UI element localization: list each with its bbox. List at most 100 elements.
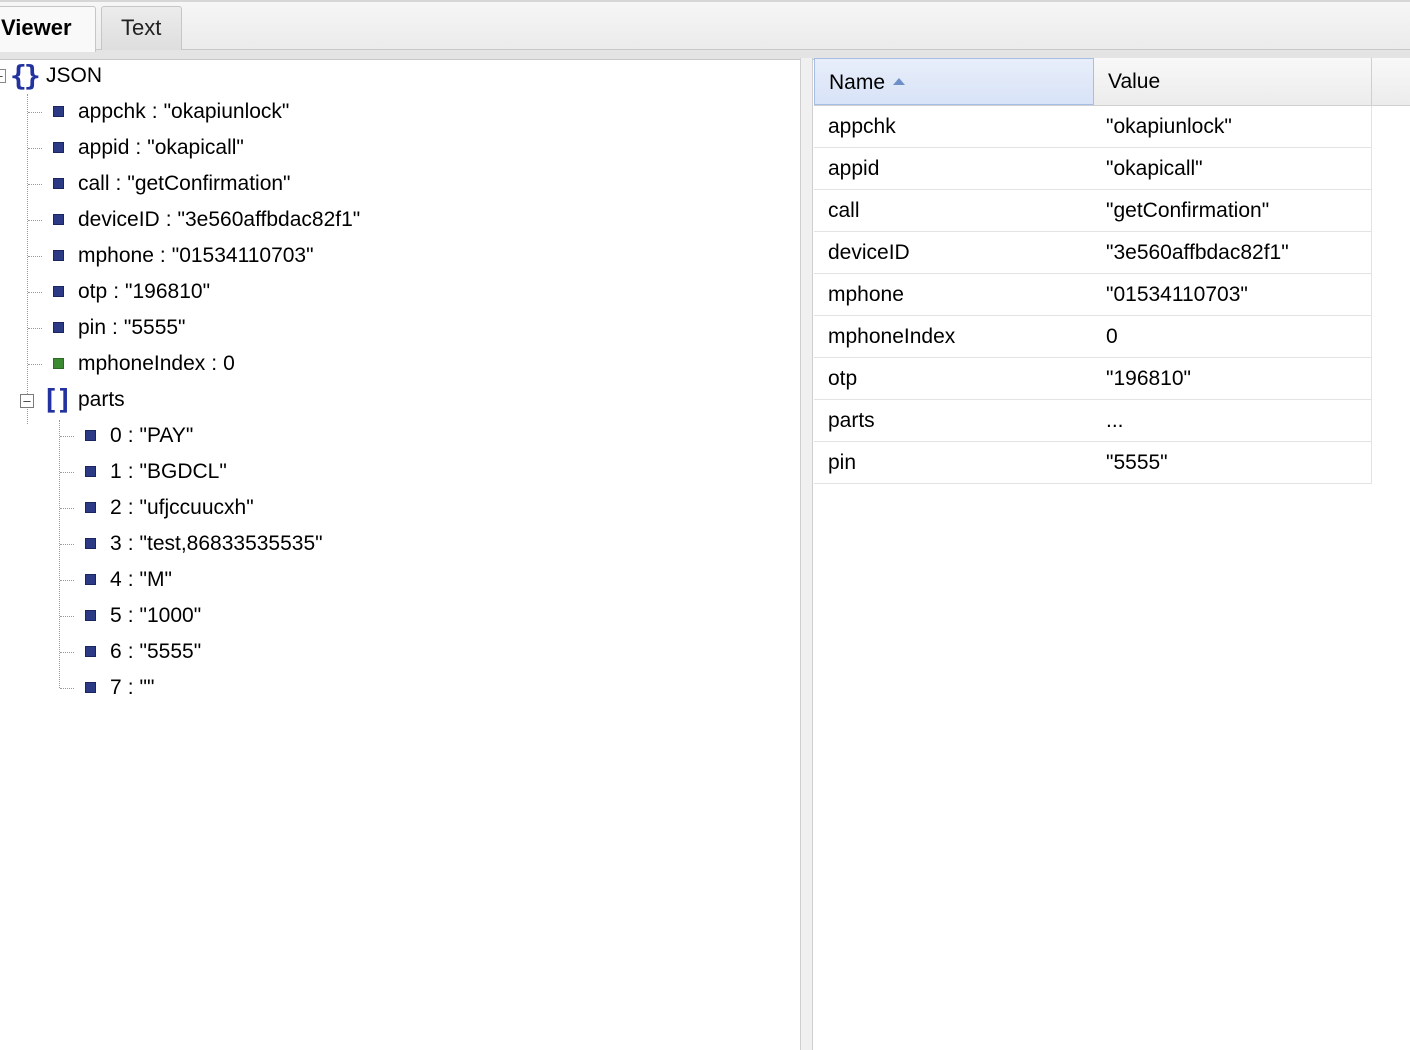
tree-item[interactable]: mphone: "01534110703" <box>78 239 314 273</box>
array-item-index: 3 <box>110 532 122 555</box>
tree-item[interactable]: appid: "okapicall" <box>78 131 244 165</box>
string-value-icon <box>85 538 96 549</box>
array-item-index: 2 <box>110 496 122 519</box>
array-item-index: 4 <box>110 568 122 591</box>
grid-row[interactable]: otp "196810" <box>814 358 1372 400</box>
grid-cell-value: "5555" <box>1106 451 1168 474</box>
column-header-name[interactable]: Name <box>814 58 1094 105</box>
grid-cell-name: mphoneIndex <box>828 325 956 348</box>
string-value-icon <box>53 178 64 189</box>
string-value-icon <box>85 502 96 513</box>
tree-item-value: "01534110703" <box>171 244 314 267</box>
object-braces-icon: {} <box>10 59 41 92</box>
tree-guide-branch <box>60 472 74 473</box>
tree-guide-branch <box>28 364 42 365</box>
array-item[interactable]: 0: "PAY" <box>110 419 193 453</box>
string-value-icon <box>85 646 96 657</box>
grid-row[interactable]: call "getConfirmation" <box>814 190 1372 232</box>
array-item[interactable]: 6: "5555" <box>110 635 201 669</box>
grid-cell-name: appchk <box>828 115 896 138</box>
tree-item-key: deviceID <box>78 208 160 231</box>
tree-guide-branch <box>60 508 74 509</box>
array-item-index: 1 <box>110 460 122 483</box>
grid-cell-value: "01534110703" <box>1106 283 1248 306</box>
tree-item-key: pin <box>78 316 107 339</box>
tree-root-label[interactable]: JSON <box>46 59 102 93</box>
grid-row[interactable]: pin "5555" <box>814 442 1372 484</box>
array-item[interactable]: 5: "1000" <box>110 599 201 633</box>
tab-viewer[interactable]: Viewer <box>0 6 96 52</box>
string-value-icon <box>53 142 64 153</box>
grid-row[interactable]: appid "okapicall" <box>814 148 1372 190</box>
array-item-separator: : <box>127 532 134 555</box>
column-header-name-label: Name <box>829 71 886 94</box>
grid-cell-name: parts <box>828 409 875 432</box>
pane-splitter[interactable] <box>800 58 813 1050</box>
tree-guide-branch <box>60 688 74 689</box>
tree-guide-branch <box>60 616 74 617</box>
tree-guide-root <box>27 94 28 424</box>
tree-guide-branch <box>28 292 42 293</box>
tree-parts-label[interactable]: parts <box>78 383 125 417</box>
array-item[interactable]: 4: "M" <box>110 563 172 597</box>
tab-bar: Viewer Text <box>0 0 1410 60</box>
grid-cell-value: "okapicall" <box>1106 157 1203 180</box>
tree-item[interactable]: mphoneIndex:0 <box>78 347 235 381</box>
tree-item-value: "3e560affbdac82f1" <box>177 208 361 231</box>
tree-item[interactable]: appchk: "okapiunlock" <box>78 95 289 129</box>
root-collapse-toggle[interactable]: – <box>0 69 6 83</box>
tree-item[interactable]: otp: "196810" <box>78 275 210 309</box>
array-item[interactable]: 7: "" <box>110 671 154 705</box>
tree-guide-branch <box>60 652 74 653</box>
array-item-value: "1000" <box>139 604 202 627</box>
array-item-separator: : <box>127 496 134 519</box>
grid-row[interactable]: deviceID "3e560affbdac82f1" <box>814 232 1372 274</box>
tree-guide-branch <box>28 256 42 257</box>
grid-cell-name: otp <box>828 367 858 390</box>
tree-item-key: mphone <box>78 244 154 267</box>
array-item-separator: : <box>127 640 134 663</box>
grid-cell-value: ... <box>1106 409 1124 432</box>
tree-item-separator: : <box>159 244 166 267</box>
parts-collapse-toggle[interactable]: – <box>20 394 34 408</box>
tree-item[interactable]: deviceID: "3e560affbdac82f1" <box>78 203 360 237</box>
array-item-index: 0 <box>110 424 122 447</box>
grid-cell-value: 0 <box>1106 325 1118 348</box>
tree-guide-branch <box>60 544 74 545</box>
grid-row[interactable]: appchk "okapiunlock" <box>814 106 1372 148</box>
grid-cell-value: "196810" <box>1106 367 1191 390</box>
tree-item-value: "5555" <box>123 316 186 339</box>
array-item[interactable]: 1: "BGDCL" <box>110 455 227 489</box>
tree-item-separator: : <box>112 316 118 339</box>
json-tree-pane: – {} JSON appchk:"okapiunlock"appid:"oka… <box>0 58 800 1050</box>
grid-cell-name: pin <box>828 451 857 474</box>
string-value-icon <box>85 466 96 477</box>
tree-item-value: "196810" <box>125 280 211 303</box>
tree-item-key: call <box>78 172 110 195</box>
array-item-value: "PAY" <box>139 424 194 447</box>
tab-text[interactable]: Text <box>101 6 182 50</box>
tree-item-key: mphoneIndex <box>78 352 206 375</box>
grid-row[interactable]: parts... <box>814 400 1372 442</box>
string-value-icon <box>53 286 64 297</box>
grid-cell-name: mphone <box>828 283 904 306</box>
grid-row[interactable]: mphoneIndex 0 <box>814 316 1372 358</box>
tree-item[interactable]: pin: "5555" <box>78 311 186 345</box>
array-item[interactable]: 3: "test,86833535535" <box>110 527 323 561</box>
tree-item[interactable]: call: "getConfirmation" <box>78 167 291 201</box>
tree-item-value: "okapicall" <box>147 136 244 159</box>
array-item-separator: : <box>127 604 134 627</box>
string-value-icon <box>53 106 64 117</box>
string-value-icon <box>53 250 64 261</box>
number-value-icon <box>53 358 64 369</box>
array-brackets-icon: [] <box>42 383 73 416</box>
string-value-icon <box>53 322 64 333</box>
column-header-value[interactable]: Value <box>1094 58 1372 105</box>
sort-ascending-icon <box>893 77 906 85</box>
array-item[interactable]: 2: "ufjccuucxh" <box>110 491 254 525</box>
tree-guide-branch <box>60 580 74 581</box>
tree-item-key: otp <box>78 280 108 303</box>
array-item-value: "" <box>139 676 155 699</box>
array-item-index: 6 <box>110 640 122 663</box>
grid-row[interactable]: mphone "01534110703" <box>814 274 1372 316</box>
